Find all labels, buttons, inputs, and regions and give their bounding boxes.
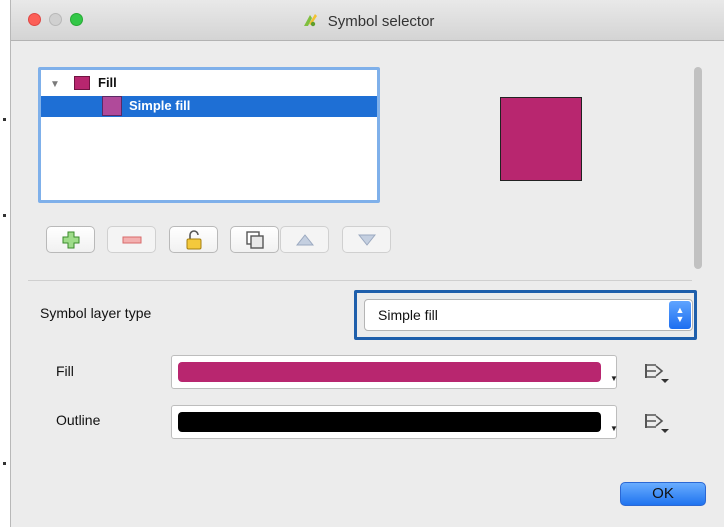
symbol-selector-dialog: Symbol selector ▼ Fill Simple fill Symbo…	[10, 0, 724, 527]
tree-item-label: Fill	[98, 75, 117, 90]
window-title-wrap: Symbol selector	[11, 12, 724, 30]
symbol-layer-type-combo[interactable]: Simple fill ▲ ▼	[364, 299, 693, 331]
edge-mark	[3, 462, 6, 465]
combo-arrows-icon[interactable]: ▲ ▼	[669, 301, 691, 329]
color-dropdown-caret-icon[interactable]: ▼	[610, 374, 618, 383]
fill-label: Fill	[56, 363, 74, 379]
title-bar: Symbol selector	[11, 0, 724, 41]
lock-icon	[186, 229, 201, 249]
duplicate-icon	[245, 230, 264, 249]
move-up-icon	[295, 233, 314, 245]
remove-icon	[122, 236, 141, 243]
remove-layer-button[interactable]	[107, 226, 156, 253]
symbol-layer-tree[interactable]: ▼ Fill Simple fill	[38, 67, 380, 203]
symbol-layer-type-value: Simple fill	[378, 307, 438, 323]
move-down-button[interactable]	[342, 226, 391, 253]
tree-item-fill[interactable]: ▼ Fill	[41, 73, 377, 94]
fill-color-bar	[178, 362, 601, 382]
edge-mark	[3, 214, 6, 217]
add-icon	[62, 231, 79, 248]
window-title: Symbol selector	[327, 13, 435, 30]
outline-label: Outline	[56, 412, 101, 428]
qgis-icon	[303, 14, 317, 27]
duplicate-layer-button[interactable]	[230, 226, 279, 253]
move-up-button[interactable]	[280, 226, 329, 253]
tree-item-label: Simple fill	[129, 98, 191, 113]
symbol-preview	[500, 97, 582, 181]
outline-color-bar	[178, 412, 601, 432]
edge-mark	[3, 118, 6, 121]
fill-swatch	[74, 76, 90, 90]
outline-color-button[interactable]: ▼	[171, 405, 618, 439]
data-defined-override-icon[interactable]	[642, 360, 670, 384]
color-dropdown-caret-icon[interactable]: ▼	[610, 424, 618, 433]
vertical-scrollbar[interactable]	[694, 67, 702, 269]
simple-fill-swatch	[102, 96, 122, 116]
move-down-icon	[357, 234, 376, 246]
fill-color-button[interactable]: ▼	[171, 355, 618, 389]
section-divider	[28, 280, 692, 281]
expand-triangle-icon[interactable]: ▼	[50, 79, 60, 90]
add-layer-button[interactable]	[46, 226, 95, 253]
ok-button[interactable]: OK	[620, 482, 706, 506]
tree-item-simple-fill[interactable]: Simple fill	[41, 96, 377, 117]
data-defined-override-icon[interactable]	[642, 410, 670, 434]
lock-layer-button[interactable]	[169, 226, 218, 253]
symbol-layer-type-label: Symbol layer type	[40, 305, 152, 321]
